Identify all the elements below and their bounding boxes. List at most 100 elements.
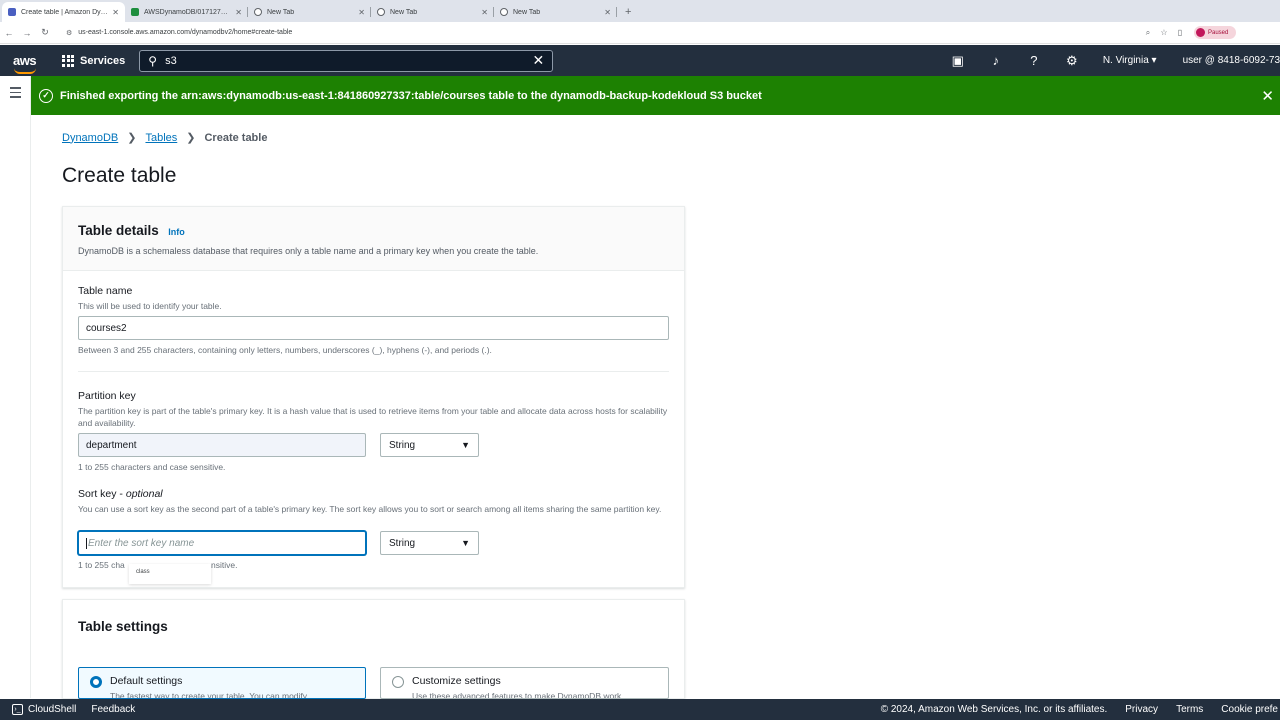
region-selector[interactable]: N. Virginia ▾ xyxy=(1103,55,1157,66)
sort-key-type-value: String xyxy=(389,537,416,549)
grid-icon xyxy=(62,54,74,67)
browser-tab[interactable]: AWSDynamoDB/017127150511/ ✕ xyxy=(125,2,248,22)
chevron-right-icon: ❯ xyxy=(186,132,196,144)
sort-key-label: Sort key - optional xyxy=(78,488,163,500)
table-settings-title: Table settings xyxy=(78,619,168,634)
back-icon[interactable]: ← xyxy=(0,28,18,38)
globe-favicon-icon xyxy=(377,8,385,16)
aws-top-nav: aws Services ⚲ s3 ✕ ▣ ♪ ? ⚙ N. Virginia … xyxy=(0,45,1280,76)
services-label: Services xyxy=(80,54,126,67)
table-name-constraint: Between 3 and 255 characters, containing… xyxy=(78,345,492,355)
services-menu-button[interactable]: Services xyxy=(62,54,126,67)
aws-logo-text: aws xyxy=(13,53,37,68)
privacy-link[interactable]: Privacy xyxy=(1125,704,1158,715)
avatar xyxy=(1196,28,1205,37)
sort-key-label-text: Sort key - xyxy=(78,488,126,500)
profile-button[interactable]: Paused xyxy=(1194,26,1236,39)
terms-link[interactable]: Terms xyxy=(1176,704,1203,715)
search-input[interactable]: ⚲ s3 ✕ xyxy=(139,49,554,72)
profile-status: Paused xyxy=(1208,29,1229,36)
browser-tab[interactable]: New Tab ✕ xyxy=(371,2,494,22)
new-tab-button[interactable]: + xyxy=(617,2,639,22)
breadcrumb-link-dynamodb[interactable]: DynamoDB xyxy=(62,132,118,144)
chevron-right-icon: ❯ xyxy=(127,132,137,144)
url-field[interactable]: ⚙ us-east-1.console.aws.amazon.com/dynam… xyxy=(60,25,1140,41)
section-divider xyxy=(78,371,669,372)
side-panel-icon[interactable]: ▯ xyxy=(1172,28,1188,37)
help-icon[interactable]: ? xyxy=(1015,53,1053,68)
sort-key-description: You can use a sort key as the second par… xyxy=(78,504,662,514)
default-settings-option[interactable]: Default settings The fastest way to crea… xyxy=(78,667,366,699)
close-tab-icon[interactable]: ✕ xyxy=(235,8,242,17)
table-details-title: Table details xyxy=(78,223,159,238)
browser-tab-label: New Tab xyxy=(267,8,295,16)
radio-unselected-icon[interactable] xyxy=(392,676,404,688)
success-flash-banner: ✓ Finished exporting the arn:aws:dynamod… xyxy=(31,76,1280,115)
sort-key-input[interactable]: Enter the sort key name xyxy=(78,531,366,555)
address-bar: ← → ↻ ⚙ us-east-1.console.aws.amazon.com… xyxy=(0,22,1280,44)
customize-settings-description: Use these advanced features to make Dyna… xyxy=(412,691,622,699)
success-check-icon: ✓ xyxy=(39,88,53,103)
browser-tab[interactable]: New Tab ✕ xyxy=(248,2,371,22)
browser-tab[interactable]: New Tab ✕ xyxy=(494,2,617,22)
browser-tab-label: New Tab xyxy=(390,8,418,16)
gear-icon[interactable]: ⚙ xyxy=(1053,53,1091,69)
sort-key-type-select[interactable]: String ▼ xyxy=(380,531,479,555)
reload-icon[interactable]: ↻ xyxy=(36,27,54,38)
autocomplete-suggestion[interactable]: class xyxy=(129,564,211,584)
customize-settings-label: Customize settings xyxy=(412,675,501,687)
optional-tag: optional xyxy=(125,488,163,500)
console-footer: ›_ CloudShell Feedback © 2024, Amazon We… xyxy=(0,699,1280,720)
dynamodb-favicon-icon xyxy=(8,8,16,16)
site-info-icon[interactable]: ⚙ xyxy=(66,29,72,37)
close-tab-icon[interactable]: ✕ xyxy=(481,8,488,17)
dismiss-banner-icon[interactable]: ✕ xyxy=(1261,87,1274,105)
sort-key-placeholder: Enter the sort key name xyxy=(88,537,195,549)
account-menu[interactable]: user @ 8418-6092-73 xyxy=(1183,55,1280,66)
table-name-value: courses2 xyxy=(86,322,127,334)
partition-key-label: Partition key xyxy=(78,390,136,402)
clear-search-icon[interactable]: ✕ xyxy=(533,52,545,69)
customize-settings-option[interactable]: Customize settings Use these advanced fe… xyxy=(380,667,669,699)
sort-key-constraint: 1 to 255 cha xyxy=(78,560,125,570)
partition-key-value: department xyxy=(86,439,137,451)
search-icon: ⚲ xyxy=(148,53,158,68)
breadcrumb-current: Create table xyxy=(204,131,268,144)
cookie-preferences-link[interactable]: Cookie prefe xyxy=(1221,704,1278,715)
globe-favicon-icon xyxy=(254,8,262,16)
page-title: Create table xyxy=(62,164,177,187)
browser-tab-label: New Tab xyxy=(513,8,541,16)
table-name-label: Table name xyxy=(78,285,133,297)
default-settings-label: Default settings xyxy=(110,675,183,687)
partition-key-constraint: 1 to 255 characters and case sensitive. xyxy=(78,462,226,472)
caret-down-icon: ▼ xyxy=(461,440,470,450)
bell-icon[interactable]: ♪ xyxy=(977,53,1015,68)
close-tab-icon[interactable]: ✕ xyxy=(112,8,119,17)
close-tab-icon[interactable]: ✕ xyxy=(358,8,365,17)
autocomplete-item[interactable]: class xyxy=(136,569,150,575)
table-details-header: Table details Info DynamoDB is a schemal… xyxy=(63,207,684,271)
aws-smile-icon xyxy=(14,68,36,74)
partition-key-type-select[interactable]: String ▼ xyxy=(380,433,479,457)
breadcrumb-link-tables[interactable]: Tables xyxy=(145,132,177,144)
table-name-input[interactable]: courses2 xyxy=(78,316,669,340)
aws-logo[interactable]: aws xyxy=(0,53,52,74)
radio-selected-icon[interactable] xyxy=(90,676,102,688)
flash-message: Finished exporting the arn:aws:dynamodb:… xyxy=(60,89,762,102)
browser-tab-bar: Create table | Amazon Dynamo ✕ AWSDynamo… xyxy=(0,0,1280,22)
table-name-description: This will be used to identify your table… xyxy=(78,301,222,311)
bookmark-star-icon[interactable]: ☆ xyxy=(1156,28,1172,37)
zoom-icon[interactable]: ⌕ xyxy=(1140,28,1156,38)
hamburger-menu-icon[interactable] xyxy=(10,87,21,101)
url-text: us-east-1.console.aws.amazon.com/dynamod… xyxy=(78,29,293,36)
cloudshell-icon: ›_ xyxy=(12,704,23,715)
info-link[interactable]: Info xyxy=(168,227,185,237)
partition-key-input[interactable]: department xyxy=(78,433,366,457)
feedback-button[interactable]: Feedback xyxy=(91,704,135,715)
forward-icon[interactable]: → xyxy=(18,28,36,38)
close-tab-icon[interactable]: ✕ xyxy=(604,8,611,17)
cloudshell-icon[interactable]: ▣ xyxy=(939,53,977,69)
partition-key-description: The partition key is part of the table's… xyxy=(78,406,668,428)
cloudshell-button[interactable]: CloudShell xyxy=(28,704,76,715)
browser-tab[interactable]: Create table | Amazon Dynamo ✕ xyxy=(2,2,125,22)
